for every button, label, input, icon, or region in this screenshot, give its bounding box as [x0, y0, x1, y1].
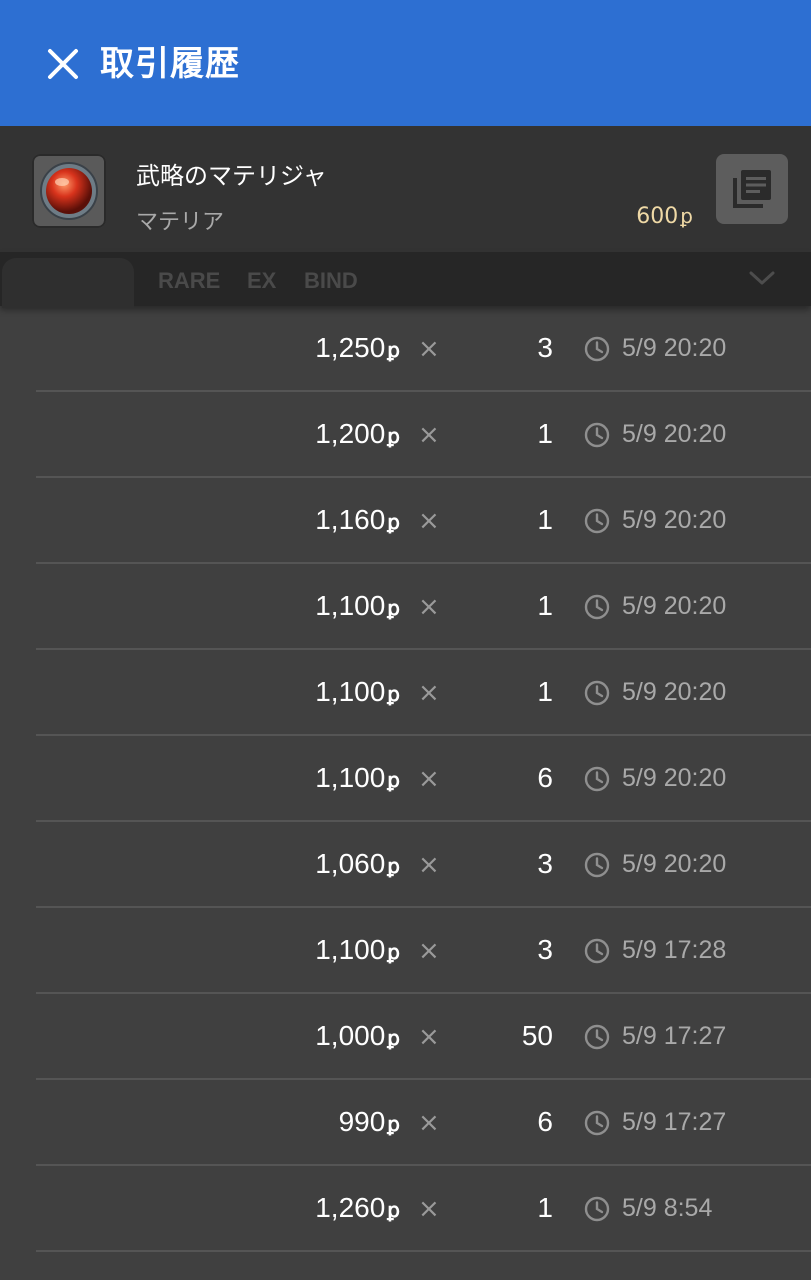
quantity: 3 — [537, 332, 553, 363]
currency-symbol: ꝑ — [387, 512, 400, 534]
multiply-symbol: × — [418, 334, 440, 364]
row-divider — [36, 1250, 811, 1252]
history-row: 1,160 ꝑ × 1 5/9 20:20 — [0, 478, 811, 564]
currency-symbol: ꝑ — [387, 684, 400, 706]
currency-symbol: ꝑ — [387, 1200, 400, 1222]
quantity: 1 — [537, 504, 553, 535]
quantity: 1 — [537, 676, 553, 707]
history-list: 1,250 ꝑ × 3 5/9 20:20 1,200 ꝑ × 1 5/9 20:2… — [0, 306, 811, 1252]
close-icon — [48, 49, 78, 79]
quantity: 1 — [537, 418, 553, 449]
currency-symbol: ꝑ — [387, 856, 400, 878]
unit-price: 1,260 ꝑ — [315, 1192, 400, 1223]
item-category: マテリア — [136, 210, 225, 235]
clock-icon — [584, 508, 610, 534]
materia-orb-icon — [32, 154, 106, 228]
clock-icon — [584, 938, 610, 964]
clock-icon — [584, 852, 610, 878]
currency-symbol: ꝑ — [387, 770, 400, 792]
multiply-symbol: × — [418, 764, 440, 794]
filter-ex[interactable]: EX — [247, 268, 276, 294]
history-row: 990 ꝑ × 6 5/9 17:27 — [0, 1080, 811, 1166]
currency-symbol: ꝑ — [387, 426, 400, 448]
unit-price: 1,000 ꝑ — [315, 1020, 400, 1051]
history-row: 1,250 ꝑ × 3 5/9 20:20 — [0, 306, 811, 392]
clock-icon — [584, 1110, 610, 1136]
unit-price: 1,100 ꝑ — [315, 762, 400, 793]
document-list-icon — [733, 170, 771, 208]
history-row: 1,100 ꝑ × 1 5/9 20:20 — [0, 650, 811, 736]
item-price: 600 ꝑ — [636, 204, 693, 229]
currency-symbol: ꝑ — [387, 598, 400, 620]
multiply-symbol: × — [418, 678, 440, 708]
chevron-down-icon[interactable] — [748, 268, 776, 288]
multiply-symbol: × — [418, 1108, 440, 1138]
clock-icon — [584, 422, 610, 448]
history-row: 1,100 ꝑ × 3 5/9 17:28 — [0, 908, 811, 994]
unit-price: 990 ꝑ — [338, 1106, 400, 1137]
currency-symbol: ꝑ — [387, 942, 400, 964]
quantity: 1 — [537, 1192, 553, 1223]
unit-price: 1,250 ꝑ — [315, 332, 400, 363]
filter-rare[interactable]: RARE — [158, 268, 220, 294]
multiply-symbol: × — [418, 936, 440, 966]
trade-time: 5/9 20:20 — [622, 850, 727, 878]
filter-bind[interactable]: BIND — [304, 268, 358, 294]
quantity: 3 — [537, 848, 553, 879]
close-button[interactable] — [40, 41, 86, 87]
history-row: 1,060 ꝑ × 3 5/9 20:20 — [0, 822, 811, 908]
trade-time: 5/9 17:27 — [622, 1108, 727, 1136]
clock-icon — [584, 336, 610, 362]
quantity: 1 — [537, 590, 553, 621]
history-row: 1,100 ꝑ × 1 5/9 20:20 — [0, 564, 811, 650]
unit-price: 1,100 ꝑ — [315, 590, 400, 621]
page-title: 取引履歴 — [100, 44, 240, 84]
trade-time: 5/9 20:20 — [622, 506, 727, 534]
trade-time: 5/9 8:54 — [622, 1194, 713, 1222]
multiply-symbol: × — [418, 850, 440, 880]
clock-icon — [584, 594, 610, 620]
multiply-symbol: × — [418, 506, 440, 536]
quantity: 6 — [537, 1106, 553, 1137]
quantity: 6 — [537, 762, 553, 793]
item-detail-button[interactable] — [716, 154, 788, 224]
multiply-symbol: × — [418, 1022, 440, 1052]
unit-price: 1,100 ꝑ — [315, 934, 400, 965]
trade-time: 5/9 20:20 — [622, 334, 727, 362]
unit-price: 1,060 ꝑ — [315, 848, 400, 879]
clock-icon — [584, 680, 610, 706]
quantity: 50 — [521, 1020, 553, 1051]
multiply-symbol: × — [418, 420, 440, 450]
multiply-symbol: × — [418, 1194, 440, 1224]
history-row: 1,260 ꝑ × 1 5/9 8:54 — [0, 1166, 811, 1252]
trade-time: 5/9 20:20 — [622, 678, 727, 706]
currency-symbol: ꝑ — [387, 1114, 400, 1136]
trade-time: 5/9 20:20 — [622, 420, 727, 448]
trade-time: 5/9 20:20 — [622, 764, 727, 792]
unit-price: 1,160 ꝑ — [315, 504, 400, 535]
currency-symbol: ꝑ — [387, 340, 400, 362]
item-summary — [0, 126, 811, 252]
unit-price: 1,100 ꝑ — [315, 676, 400, 707]
history-row: 1,000 ꝑ × 50 5/9 17:27 — [0, 994, 811, 1080]
clock-icon — [584, 766, 610, 792]
currency-symbol: ꝑ — [387, 1028, 400, 1050]
trade-time: 5/9 17:27 — [622, 1022, 727, 1050]
trade-time: 5/9 20:20 — [622, 592, 727, 620]
quantity: 3 — [537, 934, 553, 965]
history-row: 1,200 ꝑ × 1 5/9 20:20 — [0, 392, 811, 478]
item-name: 武略のマテリジャ — [136, 162, 327, 190]
multiply-symbol: × — [418, 592, 440, 622]
clock-icon — [584, 1196, 610, 1222]
unit-price: 1,200 ꝑ — [315, 418, 400, 449]
clock-icon — [584, 1024, 610, 1050]
trade-time: 5/9 17:28 — [622, 936, 727, 964]
filter-tab[interactable] — [2, 258, 134, 308]
history-row: 1,100 ꝑ × 6 5/9 20:20 — [0, 736, 811, 822]
app-header: 取引履歴 — [0, 0, 811, 126]
